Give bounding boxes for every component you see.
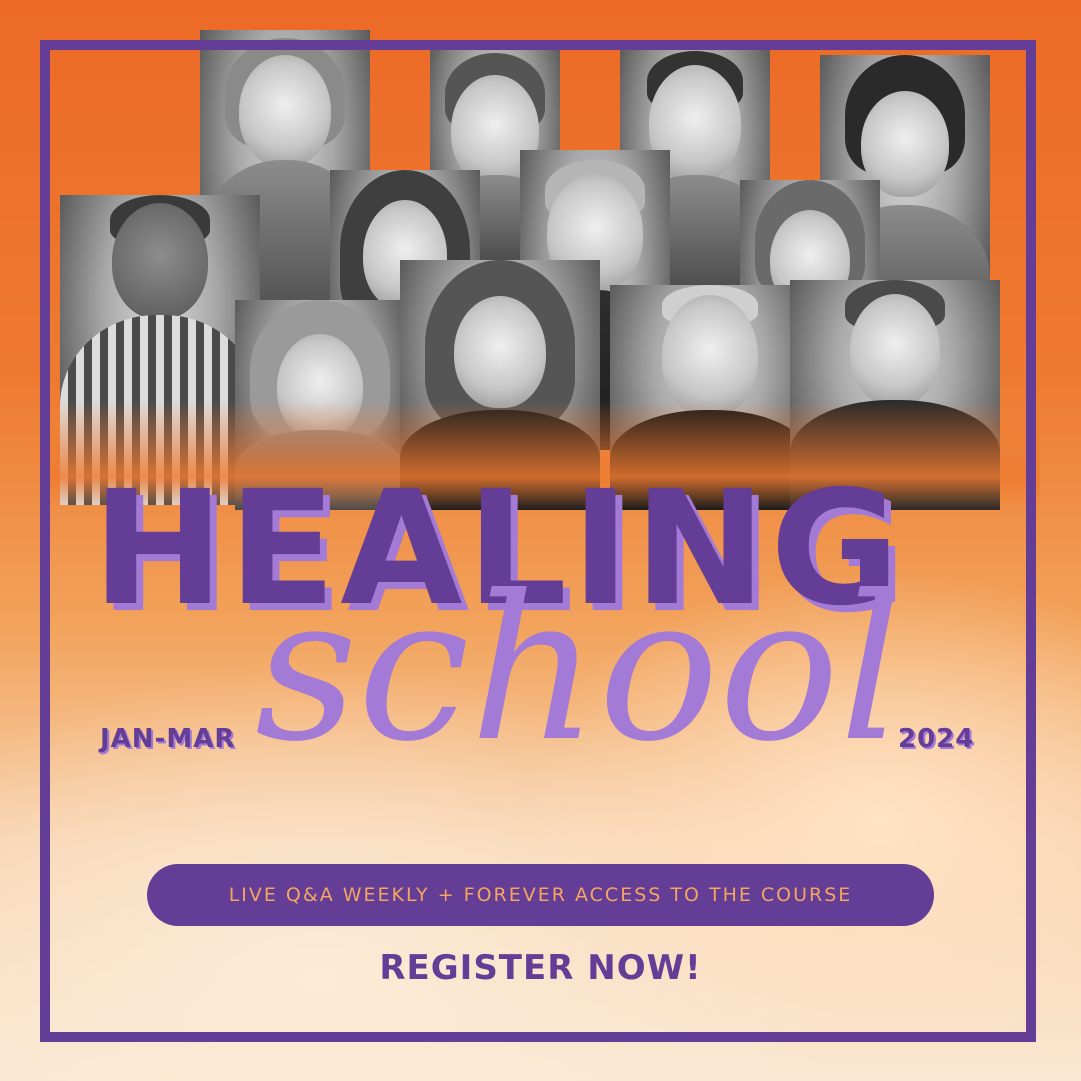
register-now-cta[interactable]: REGISTER NOW! [0,948,1081,988]
year-label: 2024 [898,724,975,754]
school-script-title: school [255,553,904,786]
info-banner-text: LIVE Q&A WEEKLY + FOREVER ACCESS TO THE … [228,884,853,906]
date-range-label: JAN-MAR [100,724,236,754]
info-banner: LIVE Q&A WEEKLY + FOREVER ACCESS TO THE … [147,864,934,926]
